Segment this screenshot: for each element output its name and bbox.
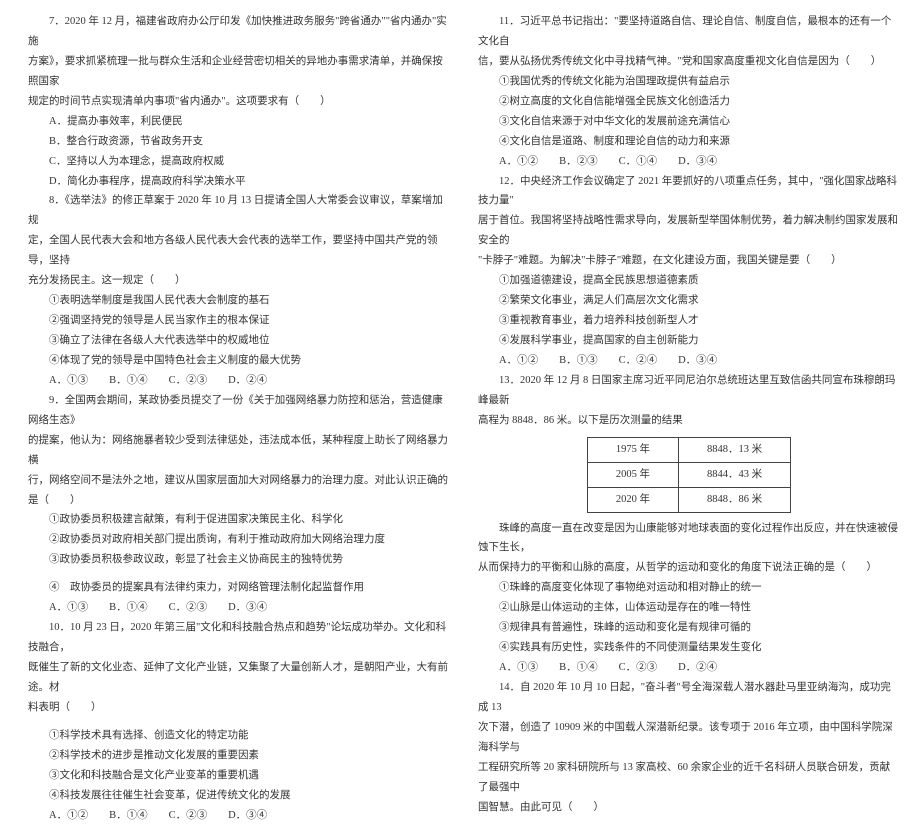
q11-opts: A．①② B．②③ C．①④ D．③④: [478, 152, 900, 172]
q8-sub2: ②强调坚持党的领导是人民当家作主的根本保证: [28, 311, 450, 331]
q9-sub4: ④ 政协委员的提案具有法律约束力，对网络管理法制化起监督作用: [28, 578, 450, 598]
q9-line2: 的提案，他认为：网络施暴者较少受到法律惩处，违法成本低，某种程度上助长了网络暴力…: [28, 431, 450, 471]
exam-page: 7．2020 年 12 月，福建省政府办公厅印发《加快推进政务服务"跨省通办""…: [0, 0, 920, 651]
q14-line4: 国智慧。由此可见（ ）: [478, 798, 900, 818]
q12-sub3: ③重视教育事业，着力培养科技创新型人才: [478, 311, 900, 331]
q11-sub4: ④文化自信是道路、制度和理论自信的动力和来源: [478, 132, 900, 152]
q14-line3: 工程研究所等 20 家科研院所与 13 家高校、60 余家企业的近千名科研人员联…: [478, 758, 900, 798]
cell-val-2005: 8844．43 米: [679, 462, 791, 487]
q8-opts: A．①③ B．①④ C．②③ D．②④: [28, 371, 450, 391]
q7-line2: 方案》，要求抓紧梳理一批与群众生活和企业经营密切相关的异地办事需求清单，并确保按…: [28, 52, 450, 92]
q12-opts: A．①② B．①③ C．②④ D．③④: [478, 351, 900, 371]
q8-sub3: ③确立了法律在各级人大代表选举中的权威地位: [28, 331, 450, 351]
q10-sub2: ②科学技术的进步是推动文化发展的重要因素: [28, 746, 450, 766]
q7-opt-a: A．提高办事效率，利民便民: [28, 112, 450, 132]
q8-line1: 8．《选举法》的修正草案于 2020 年 10 月 13 日提请全国人大常委会议…: [28, 191, 450, 231]
q9-sub2: ②政协委员对政府相关部门提出质询，有利于推动政府加大网络治理力度: [28, 530, 450, 550]
q11-line2: 信，要从弘扬优秀传统文化中寻找精气神。"党和国家高度重视文化自信是因为（ ）: [478, 52, 900, 72]
cell-year-2005: 2005 年: [587, 462, 678, 487]
q13-sub4: ④实践具有历史性，实践条件的不同使测量结果发生变化: [478, 638, 900, 658]
q11-sub1: ①我国优秀的传统文化能为治国理政提供有益启示: [478, 72, 900, 92]
q9-line3: 行，网络空间不是法外之地，建议从国家层面加大对网络暴力的治理力度。对此认识正确的…: [28, 471, 450, 511]
q10-opts: A．①② B．①④ C．②③ D．③④: [28, 806, 450, 826]
q13-sub3: ③规律具有普遍性，珠峰的运动和变化是有规律可循的: [478, 618, 900, 638]
q13-line4: 从而保持力的平衡和山脉的高度，从哲学的运动和变化的角度下说法正确的是（ ）: [478, 558, 900, 578]
q13-opts: A．①③ B．①④ C．②③ D．②④: [478, 658, 900, 678]
spacer: [28, 570, 450, 578]
q10-sub1: ①科学技术具有选择、创造文化的特定功能: [28, 726, 450, 746]
q11-sub2: ②树立高度的文化自信能增强全民族文化创造活力: [478, 92, 900, 112]
q10-line2: 既催生了新的文化业态、延伸了文化产业链，又集聚了大量创新人才，是朝阳产业，大有前…: [28, 658, 450, 698]
q10-line3: 料表明（ ）: [28, 698, 450, 718]
q11-sub3: ③文化自信来源于对中华文化的发展前途充满信心: [478, 112, 900, 132]
q11-line1: 11．习近平总书记指出："要坚持道路自信、理论自信、制度自信，最根本的还有一个文…: [478, 12, 900, 52]
q13-line3: 珠峰的高度一直在改变是因为山康能够对地球表面的变化过程作出反应，并在快速被侵蚀下…: [478, 519, 900, 559]
q10-sub4: ④科技发展往往催生社会变革，促进传统文化的发展: [28, 786, 450, 806]
q8-line3: 充分发扬民主。这一规定（ ）: [28, 271, 450, 291]
q9-line1: 9．全国两会期间，某政协委员提交了一份《关于加强网络暴力防控和惩治，营造健康网络…: [28, 391, 450, 431]
spacer: [28, 718, 450, 726]
q12-sub1: ①加强道德建设，提高全民族思想道德素质: [478, 271, 900, 291]
q7-line1: 7．2020 年 12 月，福建省政府办公厅印发《加快推进政务服务"跨省通办""…: [28, 12, 450, 52]
q12-line1: 12．中央经济工作会议确定了 2021 年要抓好的八项重点任务，其中，"强化国家…: [478, 172, 900, 212]
q12-sub4: ④发展科学事业，提高国家的自主创新能力: [478, 331, 900, 351]
q8-line2: 定，全国人民代表大会和地方各级人民代表大会代表的选举工作，要坚持中国共产党的领导…: [28, 231, 450, 271]
q13-line2: 高程为 8848．86 米。以下是历次测量的结果: [478, 411, 900, 431]
q13-table: 1975 年 8848．13 米 2005 年 8844．43 米 2020 年…: [587, 437, 791, 513]
right-column: 11．习近平总书记指出："要坚持道路自信、理论自信、制度自信，最根本的还有一个文…: [464, 12, 900, 643]
table-row: 2020 年 8848．86 米: [587, 487, 790, 512]
table-row: 2005 年 8844．43 米: [587, 462, 790, 487]
q13-sub1: ①珠峰的高度变化体现了事物绝对运动和相对静止的统一: [478, 578, 900, 598]
q14-line1: 14．自 2020 年 10 月 10 日起，"奋斗者"号全海深载人潜水器赴马里…: [478, 678, 900, 718]
cell-val-1975: 8848．13 米: [679, 437, 791, 462]
cell-year-1975: 1975 年: [587, 437, 678, 462]
q9-sub1: ①政协委员积极建言献策，有利于促进国家决策民主化、科学化: [28, 510, 450, 530]
q7-opt-d: D．简化办事程序，提高政府科学决策水平: [28, 172, 450, 192]
q7-opt-c: C．坚持以人为本理念，提高政府权威: [28, 152, 450, 172]
q9-sub3: ③政协委员积极参政议政，彰显了社会主义协商民主的独特优势: [28, 550, 450, 570]
q12-line3: "卡脖子"难题。为解决"卡脖子"难题，在文化建设方面，我国关键是要（ ）: [478, 251, 900, 271]
cell-val-2020: 8848．86 米: [679, 487, 791, 512]
q8-sub1: ①表明选举制度是我国人民代表大会制度的基石: [28, 291, 450, 311]
q10-sub3: ③文化和科技融合是文化产业变革的重要机遇: [28, 766, 450, 786]
left-column: 7．2020 年 12 月，福建省政府办公厅印发《加快推进政务服务"跨省通办""…: [28, 12, 464, 643]
q14-line2: 次下潜，创造了 10909 米的中国载人深潜新纪录。该专项于 2016 年立项，…: [478, 718, 900, 758]
q9-opts: A．①③ B．①④ C．②③ D．③④: [28, 598, 450, 618]
q13-sub2: ②山脉是山体运动的主体，山体运动是存在的唯一特性: [478, 598, 900, 618]
q8-sub4: ④体现了党的领导是中国特色社会主义制度的最大优势: [28, 351, 450, 371]
q13-line1: 13．2020 年 12 月 8 日国家主席习近平同尼泊尔总统班达里互致信函共同…: [478, 371, 900, 411]
q7-line3: 规定的时间节点实现清单内事项"省内通办"。这项要求有（ ）: [28, 92, 450, 112]
q7-opt-b: B．整合行政资源，节省政务开支: [28, 132, 450, 152]
q12-line2: 居于首位。我国将坚持战略性需求导向，发展新型举国体制优势，着力解决制约国家发展和…: [478, 211, 900, 251]
table-row: 1975 年 8848．13 米: [587, 437, 790, 462]
q10-line1: 10．10 月 23 日，2020 年第三届"文化和科技融合热点和趋势"论坛成功…: [28, 618, 450, 658]
cell-year-2020: 2020 年: [587, 487, 678, 512]
q12-sub2: ②繁荣文化事业，满足人们高层次文化需求: [478, 291, 900, 311]
